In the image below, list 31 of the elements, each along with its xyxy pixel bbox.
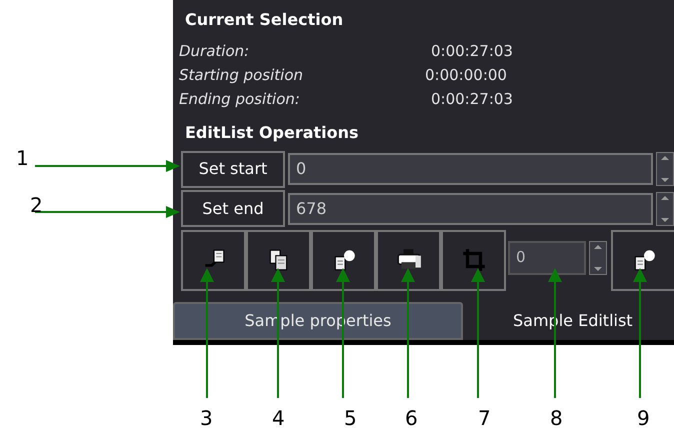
crop-icon (460, 247, 486, 274)
field-label: Duration: (179, 41, 250, 62)
callout-number: 3 (200, 408, 213, 428)
tool-button[interactable] (311, 230, 376, 291)
callout-number: 5 (344, 408, 357, 428)
set-button[interactable]: Set end (181, 190, 285, 228)
tool-button[interactable] (376, 230, 441, 291)
callout-number: 1 (16, 148, 29, 168)
tool-button[interactable] (611, 230, 674, 291)
callout-number: 9 (637, 408, 650, 428)
callout-number: 6 (405, 408, 418, 428)
callout-number: 2 (30, 195, 43, 215)
tool-button[interactable] (181, 230, 246, 291)
spin-buttons[interactable] (656, 152, 674, 186)
callout-number: 7 (478, 408, 491, 428)
field-label: Ending position: (179, 89, 300, 110)
field-value: 0:00:27:03 (431, 89, 513, 110)
field-value: 0:00:27:03 (431, 41, 513, 62)
field-label: Starting position (179, 65, 304, 86)
callout-number: 4 (272, 408, 285, 428)
spin-buttons[interactable] (656, 192, 674, 226)
set-button[interactable]: Set start (181, 150, 285, 188)
number-field[interactable]: 0 (288, 153, 653, 186)
counter-field[interactable]: 0 (508, 240, 586, 275)
field-value: 0:00:00:00 (425, 65, 507, 86)
section-title: EditList Operations (185, 123, 359, 142)
callout-number: 8 (550, 408, 563, 428)
spin-buttons[interactable] (589, 240, 607, 275)
tool-button[interactable] (246, 230, 311, 291)
section-title: Current Selection (185, 10, 344, 29)
number-field[interactable]: 678 (288, 192, 653, 225)
